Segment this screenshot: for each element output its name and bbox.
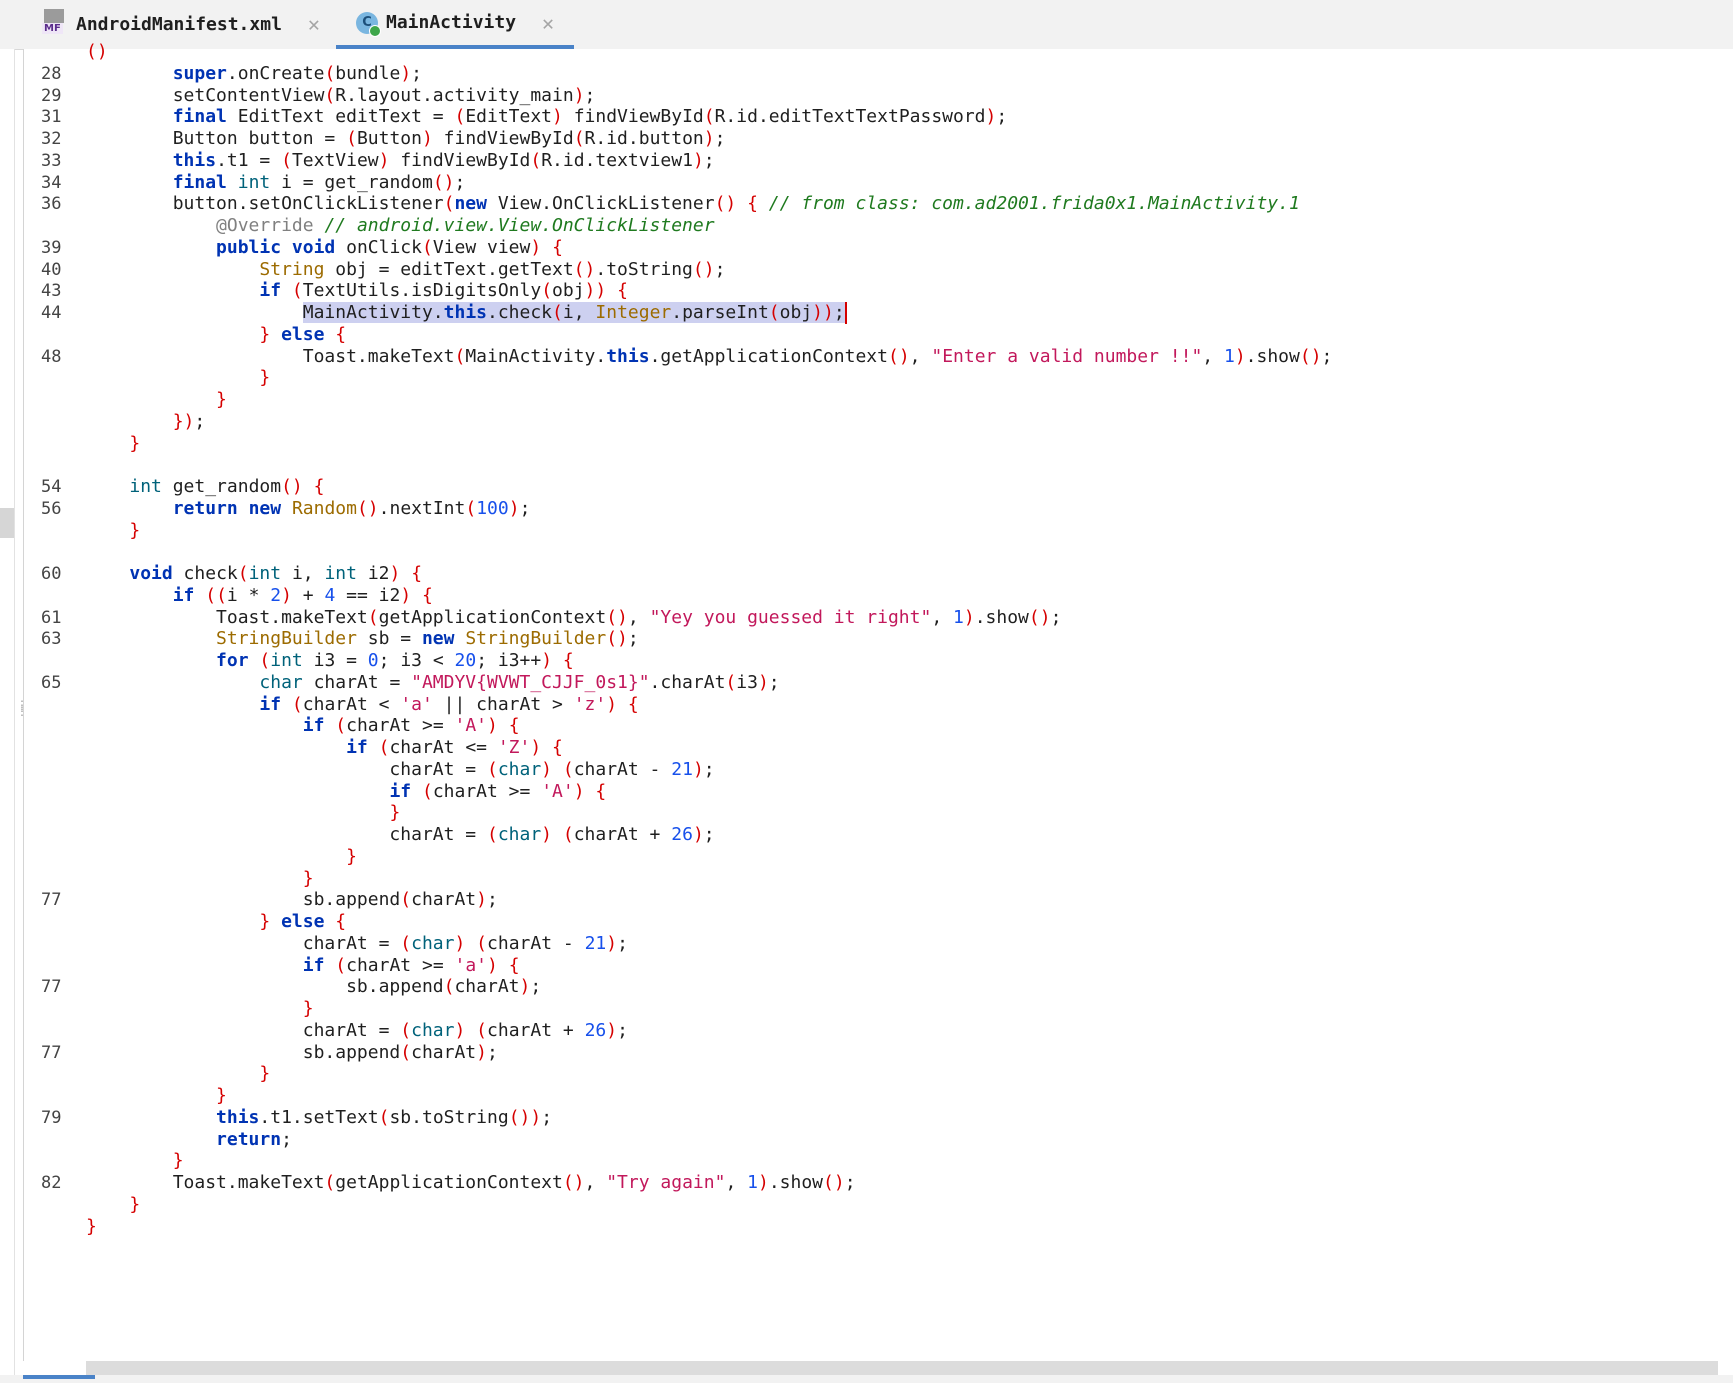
line-code-text: });: [172, 410, 206, 432]
line-code-text: Toast.makeText(getApplicationContext(), …: [86, 606, 1062, 628]
line-code-text: if (charAt >= 'A') {: [302, 715, 520, 737]
line-code-text: return;: [216, 1128, 292, 1150]
line-code-text: this.t1.setText(sb.toString());: [216, 1106, 553, 1128]
line-number: 44: [41, 303, 62, 323]
line-number: 43: [41, 281, 62, 302]
line-number: 60: [41, 564, 62, 584]
line-code-text: }: [86, 1215, 97, 1237]
line-code-text: }: [346, 845, 357, 867]
line-code-text: }: [302, 867, 314, 889]
line-number: 28: [41, 63, 62, 84]
line-code-text: charAt = (char) (charAt - 21);: [86, 932, 628, 954]
line-code-text: }: [389, 802, 401, 824]
line-number: 82: [41, 1173, 62, 1193]
line-code-text: button.setOnClickListener(new View.OnCli…: [86, 193, 1300, 215]
line-code-text: if (charAt < 'a' || charAt > 'z') {: [259, 693, 639, 715]
line-code-text: if (charAt <= 'Z') {: [346, 737, 563, 758]
left-tool-strip: [0, 49, 15, 1383]
tab-android-manifest-label: AndroidManifest.xml: [76, 13, 282, 35]
line-code-text: StringBuilder sb = new StringBuilder();: [216, 628, 639, 650]
horizontal-scrollbar[interactable]: [86, 1361, 1718, 1375]
line-number: 32: [41, 129, 62, 149]
tab-main-activity-label: MainActivity: [386, 12, 517, 33]
line-code-text: }: [216, 389, 227, 410]
line-code-text: char charAt = "AMDYV{WVWT_CJJF_0s1}".cha…: [259, 671, 780, 693]
line-code-text: }: [259, 1063, 271, 1085]
line-code-text: } else {: [259, 323, 347, 345]
line-code-text: Toast.makeText(MainActivity.this.getAppl…: [86, 345, 1333, 367]
line-code-text: MainActivity.this.check(i, Integer.parse…: [302, 302, 847, 324]
line-code-text: Button button = (Button) findViewById(R.…: [86, 128, 726, 149]
scrollbar-position-indicator: [23, 1375, 95, 1379]
line-code-text: charAt = (char) (charAt + 26);: [86, 1019, 628, 1041]
line-number: 65: [41, 672, 62, 693]
line-number: 77: [41, 890, 62, 911]
line-code-text: void check(int i, int i2) {: [129, 563, 423, 584]
line-code-text: sb.append(charAt);: [86, 976, 542, 998]
line-number: 54: [41, 477, 62, 497]
java-class-icon: C: [356, 11, 381, 37]
close-icon[interactable]: ✕: [542, 11, 554, 35]
tab-main-activity[interactable]: C MainActivity ✕: [336, 0, 574, 49]
line-number: 39: [41, 237, 62, 258]
line-code-text: @Override // android.view.View.OnClickLi…: [216, 215, 715, 236]
line-code-text: charAt = (char) (charAt - 21);: [86, 758, 715, 780]
line-number: 77: [41, 977, 62, 998]
line-code-text: String obj = editText.getText().toString…: [259, 258, 726, 280]
line-code-text: super.onCreate(bundle);: [172, 62, 422, 84]
line-code-text: final EditText editText = (EditText) fin…: [172, 106, 1008, 128]
line-number: 29: [41, 85, 62, 106]
line-number: 63: [41, 629, 62, 650]
line-code-text: public void onClick(View view) {: [216, 236, 563, 258]
line-code-text: for (int i3 = 0; i3 < 20; i3++) {: [216, 650, 574, 671]
line-code-text: }: [216, 1085, 227, 1106]
line-number: 36: [41, 194, 62, 215]
left-strip-marker: [0, 508, 14, 538]
line-number: 79: [41, 1107, 62, 1128]
tab-android-manifest[interactable]: MF AndroidManifest.xml ✕: [42, 0, 320, 48]
line-code-text: }: [129, 1193, 141, 1215]
line-number: 48: [41, 346, 62, 367]
line-code-text: int get_random() {: [129, 476, 325, 497]
line-code-text: }: [129, 432, 141, 454]
line-code-text: if ((i * 2) + 4 == i2) {: [172, 584, 433, 606]
line-code-text: }: [259, 367, 271, 389]
code-editor[interactable]: () 28 super.onCreate(bundle); 29 setConten…: [23, 41, 1733, 1361]
line-code-text: this.t1 = (TextView) findViewById(R.id.t…: [172, 149, 715, 171]
line-number: 31: [41, 107, 62, 128]
line-number: 33: [41, 150, 62, 171]
line-code-text: sb.append(charAt);: [86, 889, 498, 911]
line-code-text: return new Random().nextInt(100);: [172, 497, 531, 519]
line-code-text: }: [129, 519, 141, 541]
line-code-text: if (charAt >= 'a') {: [302, 954, 520, 976]
line-code-text: if (TextUtils.isDigitsOnly(obj)) {: [259, 280, 628, 302]
line-code-text: sb.append(charAt);: [86, 1041, 498, 1063]
line-code-text: if (charAt >= 'A') {: [389, 780, 607, 802]
line-code-text: (): [86, 41, 108, 62]
line-code-text: }: [172, 1150, 184, 1172]
line-number: 77: [41, 1042, 62, 1063]
line-code-text: final int i = get_random();: [172, 171, 466, 193]
line-code-text: }: [302, 998, 314, 1019]
line-code-text: Toast.makeText(getApplicationContext(), …: [86, 1172, 856, 1193]
manifest-file-icon: MF: [42, 9, 68, 39]
close-icon[interactable]: ✕: [308, 12, 320, 36]
line-code-text: charAt = (char) (charAt + 26);: [86, 824, 715, 845]
line-code-text: setContentView(R.layout.activity_main);: [86, 84, 596, 106]
bottom-bar: [0, 1375, 1733, 1383]
line-number: 40: [41, 259, 62, 280]
line-code-text: } else {: [259, 911, 347, 932]
line-number: 34: [41, 172, 62, 193]
line-number: 56: [41, 498, 62, 519]
editor-tab-bar: MF AndroidManifest.xml ✕ C MainActivity …: [0, 0, 1733, 50]
line-number: 61: [41, 607, 62, 628]
